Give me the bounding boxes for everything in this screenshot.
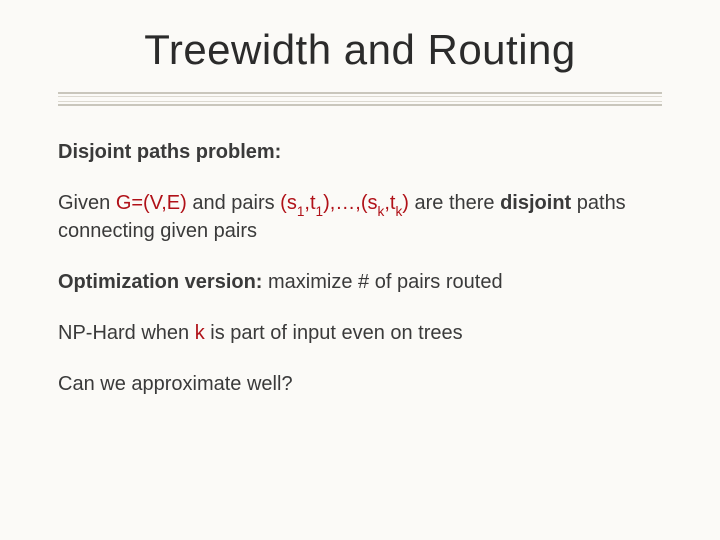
slide: Treewidth and Routing Disjoint paths pro… (0, 0, 720, 540)
text: ,t (384, 192, 395, 214)
optimization-line: Optimization version: maximize # of pair… (58, 270, 662, 295)
title-divider-inner (58, 96, 662, 102)
slide-title: Treewidth and Routing (58, 26, 662, 74)
text: ),…,(s (323, 192, 377, 214)
optimization-rest: maximize # of pairs routed (262, 271, 502, 293)
text: NP-Hard when (58, 322, 195, 344)
title-divider (58, 92, 662, 106)
problem-heading-text: Disjoint paths problem: (58, 141, 281, 163)
subscript: 1 (316, 204, 324, 219)
disjoint-word: disjoint (500, 192, 571, 214)
text: ,t (304, 192, 315, 214)
approx-question: Can we approximate well? (58, 372, 662, 397)
subscript: 1 (297, 204, 305, 219)
text: Can we approximate well? (58, 373, 293, 395)
subscript: k (395, 204, 402, 219)
slide-body: Disjoint paths problem: Given G=(V,E) an… (58, 140, 662, 397)
np-hard-line: NP-Hard when k is part of input even on … (58, 321, 662, 346)
k-var: k (195, 322, 205, 344)
problem-statement: Given G=(V,E) and pairs (s1,t1),…,(sk,tk… (58, 191, 662, 244)
optimization-label: Optimization version: (58, 271, 262, 293)
text: Given (58, 192, 116, 214)
text: and pairs (187, 192, 280, 214)
pairs: (s1,t1),…,(sk,tk) (280, 192, 409, 214)
graph-def: G=(V,E) (116, 192, 187, 214)
text: are there (409, 192, 500, 214)
text: (s (280, 192, 297, 214)
text: ) (402, 192, 409, 214)
text: is part of input even on trees (205, 322, 463, 344)
subscript: k (378, 204, 385, 219)
problem-heading: Disjoint paths problem: (58, 140, 662, 165)
